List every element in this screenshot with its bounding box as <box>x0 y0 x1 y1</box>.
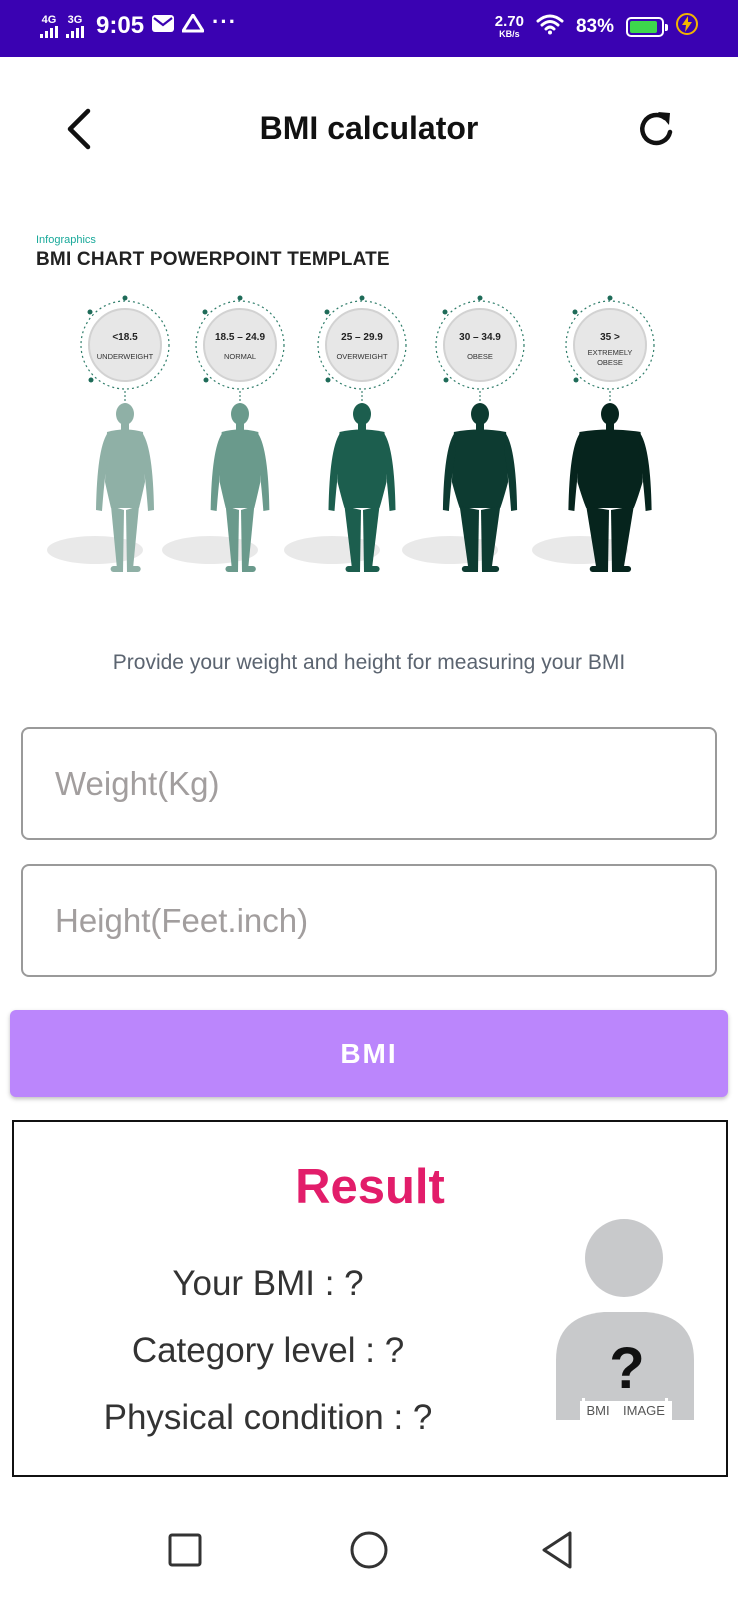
avatar-caption-left: BMI <box>586 1403 609 1418</box>
refresh-icon <box>640 112 673 146</box>
page-title: BMI calculator <box>259 110 479 146</box>
system-navigation-bar <box>0 1500 738 1600</box>
weight-field[interactable] <box>21 727 717 840</box>
instruction-text: Provide your weight and height for measu… <box>112 651 626 674</box>
unknown-person-icon: ? BMI IMAGE <box>556 1219 694 1420</box>
bmi-range-label: 30 – 34.9 <box>459 332 501 343</box>
bmi-category-label: OBESE <box>467 352 493 361</box>
bmi-category-0: <18.5 UNDERWEIGHT <box>80 295 170 411</box>
bmi-category-label: OBESE <box>597 358 623 367</box>
signal-icon-2: 3G <box>66 13 84 38</box>
bmi-category-2: 25 – 29.9 OVERWEIGHT <box>317 295 407 411</box>
bmi-range-label: 18.5 – 24.9 <box>215 332 265 343</box>
speed-value: 2.70 <box>494 13 524 30</box>
bmi-category-3: 30 – 34.9 OBESE <box>435 295 525 411</box>
bmi-category-label: NORMAL <box>224 352 256 361</box>
network-type-2: 3G <box>67 13 83 26</box>
weight-input[interactable] <box>23 729 715 838</box>
physical-condition-text: Physical condition : ? <box>103 1398 433 1437</box>
system-back-button[interactable] <box>536 1525 586 1575</box>
bmi-range-label: 35 > <box>600 332 620 343</box>
bmi-category-label: OVERWEIGHT <box>336 352 388 361</box>
signal-icon: 4G <box>40 13 58 38</box>
question-mark: ? <box>609 1336 644 1401</box>
status-right: 2.70 KB/s 83% <box>495 13 698 40</box>
battery-percent: 83% <box>575 15 614 37</box>
avatar-caption-right: IMAGE <box>623 1403 665 1418</box>
charging-icon <box>676 13 698 40</box>
refresh-button[interactable] <box>634 104 680 154</box>
bmi-chart-image: <18.5 UNDERWEIGHT 18.5 – 24.9 NORMAL 25 – 29… <box>0 220 738 600</box>
home-icon <box>350 1531 388 1569</box>
bmi-category-label: UNDERWEIGHT <box>97 352 154 361</box>
recents-icon <box>168 1533 202 1567</box>
drive-icon <box>181 13 205 38</box>
more-notifications-icon: ··· <box>212 9 238 34</box>
bmi-button[interactable]: BMI <box>10 1010 728 1097</box>
infographic-title: BMI CHART POWERPOINT TEMPLATE <box>36 249 390 270</box>
clock: 9:05 <box>96 12 145 39</box>
status-left: 4G 3G 9:05 ··· <box>40 9 238 40</box>
bmi-category-4: 35 > EXTREMELYOBESE <box>565 295 655 411</box>
category-level-text: Category level : ? <box>131 1331 405 1370</box>
nav-back-icon <box>542 1531 572 1569</box>
speed-unit: KB/s <box>499 29 520 39</box>
network-speed: 2.70 KB/s <box>495 14 524 39</box>
battery-icon <box>626 16 668 37</box>
wifi-icon <box>536 13 564 40</box>
bmi-range-label: 25 – 29.9 <box>341 332 383 343</box>
recents-button[interactable] <box>160 1525 210 1575</box>
status-bar: 4G 3G 9:05 ··· 2.70 KB/s 83% <box>0 0 738 57</box>
network-type-1: 4G <box>41 13 57 26</box>
bmi-category-1: 18.5 – 24.9 NORMAL <box>195 295 285 411</box>
result-card: Result Your BMI : ? Category level : ? P… <box>12 1120 728 1477</box>
height-field[interactable] <box>21 864 717 977</box>
bmi-image: ? BMI IMAGE <box>554 1218 696 1420</box>
result-title: Result <box>295 1160 445 1214</box>
infographic-kicker: Infographics <box>36 234 96 246</box>
bmi-value-text: Your BMI : ? <box>172 1264 364 1303</box>
bmi-infographic: <18.5 UNDERWEIGHT 18.5 – 24.9 NORMAL 25 – 29… <box>47 295 655 572</box>
mail-icon <box>152 15 175 37</box>
bmi-category-label: EXTREMELY <box>588 348 633 357</box>
home-button[interactable] <box>344 1525 394 1575</box>
bmi-range-label: <18.5 <box>112 332 138 343</box>
height-input[interactable] <box>23 866 715 975</box>
